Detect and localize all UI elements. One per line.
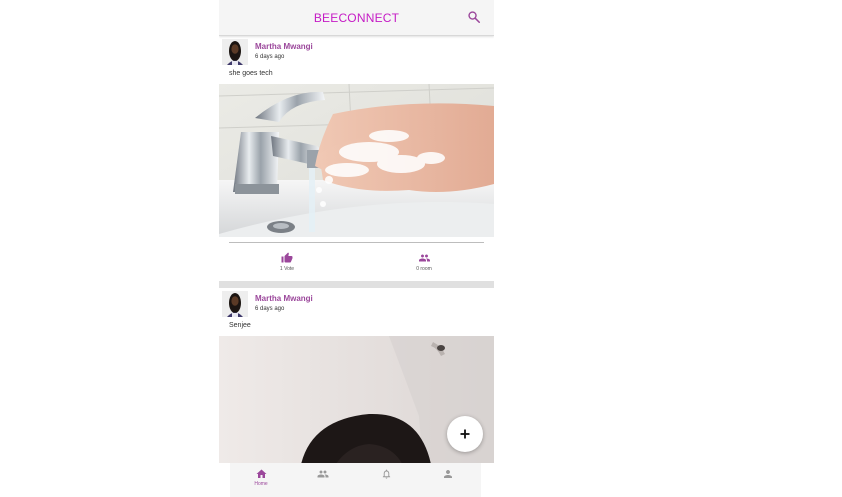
post-timestamp: 6 days ago xyxy=(255,54,285,60)
avatar[interactable] xyxy=(222,39,248,65)
room-count: 0 room xyxy=(416,266,432,272)
post-feed[interactable]: Martha Mwangi 6 days ago she goes tech 1… xyxy=(219,36,494,463)
room-button[interactable]: 0 room xyxy=(394,252,454,272)
thumbs-up-icon xyxy=(281,252,293,263)
vote-count: 1 Vote xyxy=(279,266,295,272)
app-title: BEECONNECT xyxy=(313,11,400,25)
nav-home-label: Home xyxy=(254,481,268,487)
post-header: Martha Mwangi 6 days ago xyxy=(219,288,494,319)
post-author[interactable]: Martha Mwangi xyxy=(255,294,313,303)
nav-people[interactable] xyxy=(298,468,348,480)
search-icon xyxy=(468,11,481,24)
app-bar: BEECONNECT xyxy=(219,0,494,36)
bell-icon xyxy=(382,469,390,479)
nav-profile[interactable] xyxy=(423,468,473,480)
nav-notifications[interactable] xyxy=(361,468,411,480)
person-icon xyxy=(444,470,452,478)
home-icon xyxy=(256,469,266,478)
post-caption: Senjee xyxy=(229,322,251,329)
post-author[interactable]: Martha Mwangi xyxy=(255,42,313,51)
nav-home[interactable]: Home xyxy=(236,468,286,487)
search-button[interactable] xyxy=(467,10,483,26)
post-caption: she goes tech xyxy=(229,70,273,77)
vote-button[interactable]: 1 Vote xyxy=(257,252,317,272)
post-card: Martha Mwangi 6 days ago she goes tech 1… xyxy=(219,36,494,281)
post-timestamp: 6 days ago xyxy=(255,306,285,312)
avatar[interactable] xyxy=(222,291,248,317)
create-post-button[interactable] xyxy=(447,416,483,452)
app-screen: BEECONNECT Martha Mwangi 6 days ago she … xyxy=(219,0,494,497)
people-icon xyxy=(317,470,329,478)
people-icon xyxy=(418,254,430,262)
post-separator xyxy=(219,281,494,288)
post-image[interactable] xyxy=(219,84,494,237)
bottom-navigation: Home xyxy=(230,463,481,497)
post-header: Martha Mwangi 6 days ago xyxy=(219,36,494,67)
plus-icon xyxy=(460,429,470,439)
divider xyxy=(229,242,484,243)
post-actions: 1 Vote 0 room xyxy=(219,237,494,281)
